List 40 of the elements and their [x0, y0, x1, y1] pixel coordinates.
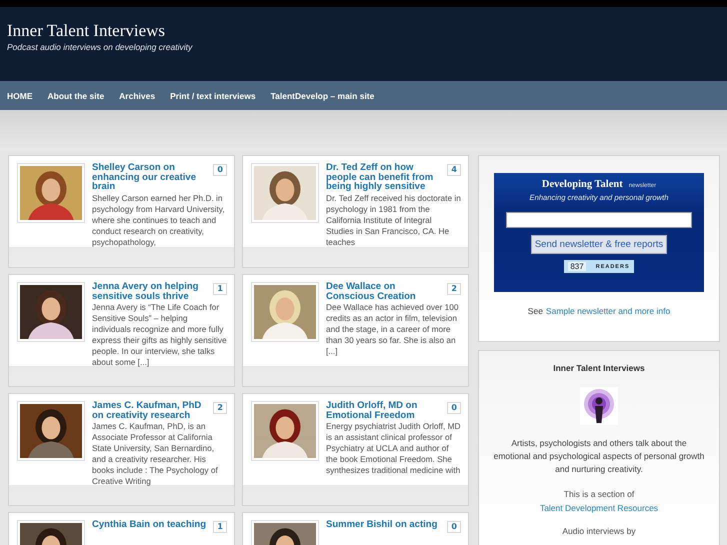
- nav-link[interactable]: HOME: [7, 90, 32, 100]
- post-excerpt: Energy psychiatrist Judith Orloff, MD is an assistant clinical professor of Psychiatry at UCLA and author of the book Emotional Freedom. She synthesizes traditional medicine with: [326, 421, 461, 476]
- post-title[interactable]: Cynthia Bain on teaching: [92, 520, 207, 530]
- nav-link[interactable]: TalentDevelop – main site: [270, 90, 374, 100]
- post-excerpt: Shelley Carson earned her Ph.D. in psychology from Harvard University, where she continues to teach and conduct research on creativity, psychopathology,: [92, 192, 226, 248]
- post-title[interactable]: Summer Bishil on acting: [326, 520, 441, 530]
- nav-link[interactable]: Print / text interviews: [170, 90, 256, 100]
- post-title[interactable]: Jenna Avery on helping sensitive souls thrive: [92, 282, 207, 301]
- post-excerpt: Jenna Avery is “The Life Coach for Sensitive Souls” – helping individuals recognize and more fully express their gifts as highly sensitive people. In our interview, she talks about some [...]: [92, 302, 227, 368]
- site-title: Inner Talent Interviews: [7, 21, 166, 41]
- comment-count[interactable]: 2: [213, 402, 227, 414]
- post-excerpt: James C. Kaufman, PhD, is an Associate Professor at California State University, San Bernardino, and a creativity researcher. His books include : The Psychology of Creative Writing: [92, 421, 219, 487]
- site-tagline: Podcast audio interviews on developing creativity: [7, 42, 194, 52]
- nav-link[interactable]: About the site: [48, 90, 104, 100]
- podcast-icon: [580, 387, 618, 425]
- comment-count[interactable]: 4: [447, 164, 461, 176]
- section-text: This is a section of: [564, 489, 634, 499]
- post-title[interactable]: Shelley Carson on enhancing our creative brain: [92, 163, 207, 192]
- comment-count[interactable]: 0: [213, 164, 227, 176]
- post-title[interactable]: Dee Wallace on Conscious Creation: [326, 282, 441, 301]
- resources-link[interactable]: Talent Development Resources: [540, 503, 658, 513]
- comment-count[interactable]: 0: [447, 402, 461, 414]
- post-title[interactable]: Dr. Ted Zeff on how people can benefit from being highly sensitive: [326, 163, 441, 192]
- email-field[interactable]: [506, 212, 692, 228]
- post-excerpt: Dr. Ted Zeff received his doctorate in psychology in 1981 from the California Institute of Integral Studies in San Francisco, CA. He teaches: [326, 192, 461, 248]
- widget-title: Inner Talent Interviews: [553, 363, 645, 373]
- see-text: See: [528, 306, 543, 316]
- comment-count[interactable]: 1: [213, 283, 227, 295]
- post-title[interactable]: James C. Kaufman, PhD on creativity research: [92, 401, 207, 420]
- sample-link[interactable]: Sample newsletter and more info: [546, 306, 670, 316]
- comment-count[interactable]: 2: [447, 283, 461, 295]
- post-excerpt: Dee Wallace has achieved over 100 credits as an actor in film, television and the stage, in a career of more than 30 years so far. She is also an [...]: [326, 302, 460, 357]
- newsletter-title: Developing Talent: [542, 179, 623, 190]
- comment-count[interactable]: 0: [447, 521, 461, 533]
- nav-link[interactable]: Archives: [119, 90, 156, 100]
- byline-text: Audio interviews by: [562, 526, 636, 536]
- about-text: Artists, psychologists and others talk about the emotional and psychological aspects of personal growth and nurturing creativity.: [493, 437, 705, 476]
- subscribe-button[interactable]: Send newsletter & free reports: [530, 235, 668, 254]
- comment-count[interactable]: 1: [213, 521, 227, 533]
- post-title[interactable]: Judith Orloff, MD on Emotional Freedom: [326, 401, 441, 420]
